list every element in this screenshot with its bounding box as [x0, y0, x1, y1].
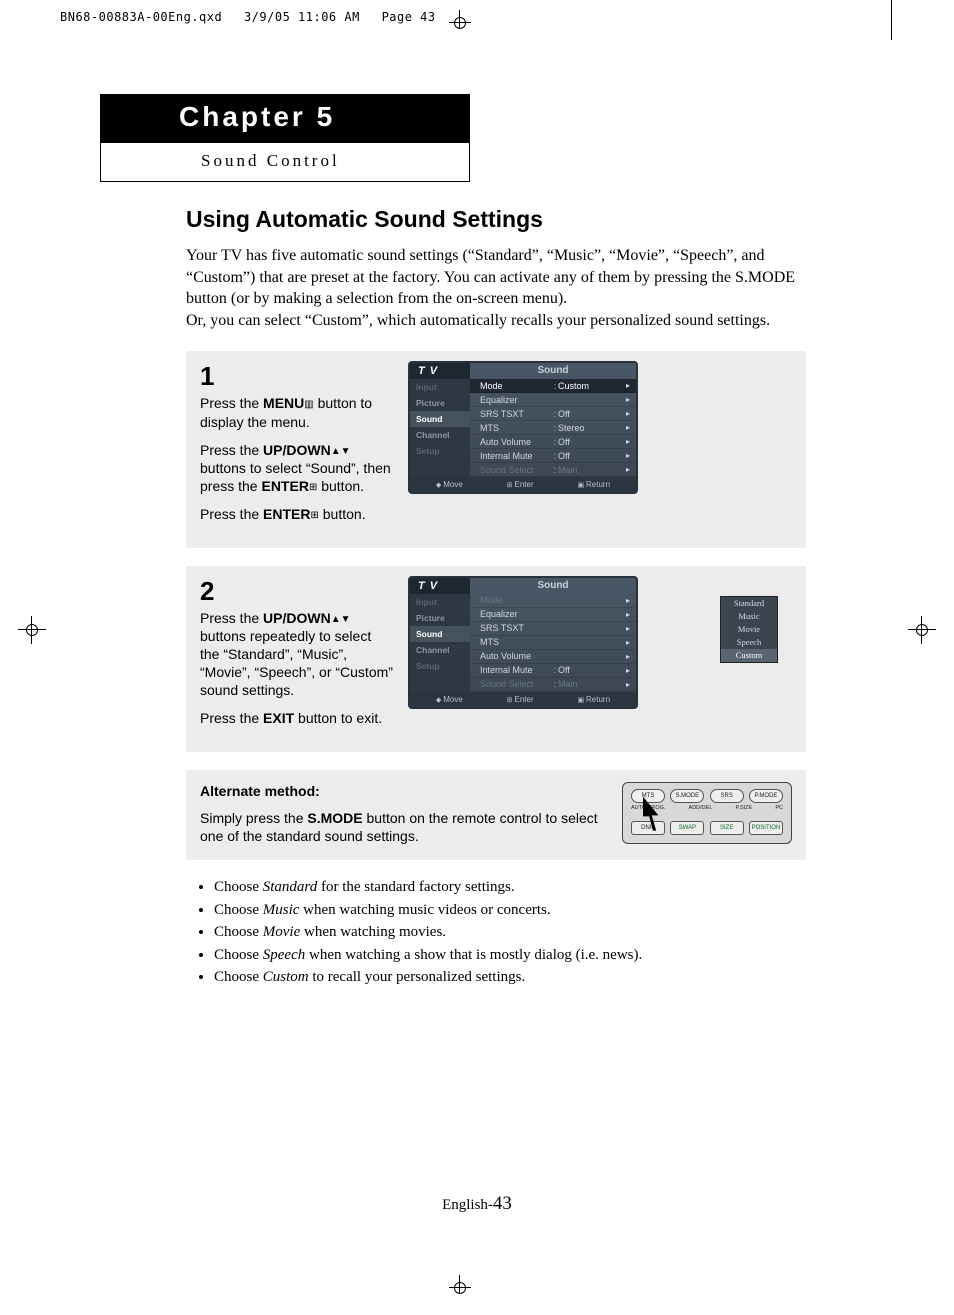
- step-text: Press the MENU▥ button to display the me…: [200, 394, 394, 430]
- step-text: Press the UP/DOWN▲▼ buttons to select “S…: [200, 441, 394, 496]
- osd-row: Equalizer▸: [470, 608, 636, 622]
- osd-title: Sound: [470, 363, 636, 379]
- crop-mark-icon: [908, 616, 936, 644]
- crop-mark-icon: [445, 10, 475, 40]
- osd-row: Sound Select:Main▸: [470, 463, 636, 477]
- osd-tab: Picture: [410, 395, 470, 411]
- crop-mark-icon: [891, 0, 892, 40]
- remote-button: P.SIZE: [736, 805, 753, 817]
- chapter-subtitle: Sound Control: [101, 143, 469, 181]
- osd-screenshot: T V SoundInputPictureSoundChannelSetupMo…: [408, 576, 638, 709]
- remote-button: SWAP: [670, 821, 704, 835]
- step-box: 2Press the UP/DOWN▲▼ buttons repeatedly …: [186, 566, 806, 752]
- remote-button: SIZE: [710, 821, 744, 835]
- osd-tab: Setup: [410, 658, 470, 674]
- osd-title: Sound: [470, 578, 636, 594]
- osd-row: MTS▸: [470, 636, 636, 650]
- osd-tv-label: T V: [410, 363, 470, 379]
- remote-control-illustration: MTSS.MODESRSP.MODE AUTO PROG.ADD/DELP.SI…: [622, 782, 792, 844]
- osd-tab: Sound: [410, 411, 470, 427]
- step-box: 1Press the MENU▥ button to display the m…: [186, 351, 806, 547]
- osd-option: Movie: [721, 623, 777, 636]
- osd-screenshot: T V SoundInputPictureSoundChannelSetupMo…: [408, 361, 638, 494]
- chapter-banner: Chapter 5 Sound Control: [100, 94, 470, 182]
- print-header: BN68-00883A-00Eng.qxd 3/9/05 11:06 AM Pa…: [60, 10, 436, 24]
- osd-tab: Input: [410, 379, 470, 395]
- remote-button: ADD/DEL: [689, 805, 713, 817]
- page-body: Chapter 5 Sound Control Using Automatic …: [100, 94, 860, 989]
- page-number: English-43: [0, 1193, 954, 1215]
- osd-option: Music: [721, 610, 777, 623]
- step-text: Press the UP/DOWN▲▼ buttons repeatedly t…: [200, 609, 394, 700]
- list-item: Choose Speech when watching a show that …: [214, 944, 806, 967]
- osd-row: SRS TSXT▸: [470, 622, 636, 636]
- section-intro: Your TV has five automatic sound setting…: [186, 245, 806, 331]
- crop-mark-icon: [18, 616, 46, 644]
- osd-row: Auto Volume▸: [470, 650, 636, 664]
- sound-mode-list: Choose Standard for the standard factory…: [190, 876, 806, 989]
- remote-button: POSITION: [749, 821, 783, 835]
- osd-row: SRS TSXT:Off▸: [470, 407, 636, 421]
- remote-button: DNIe: [631, 821, 665, 835]
- osd-row: Equalizer▸: [470, 393, 636, 407]
- section-title: Using Automatic Sound Settings: [186, 206, 806, 233]
- osd-option: Custom: [721, 649, 777, 662]
- alternate-body: Simply press the S.MODE button on the re…: [200, 809, 608, 847]
- osd-row: Internal Mute:Off▸: [470, 449, 636, 463]
- osd-row: Mode:Custom▸: [470, 379, 636, 393]
- remote-button: PC: [775, 805, 783, 817]
- list-item: Choose Standard for the standard factory…: [214, 876, 806, 899]
- osd-row: Auto Volume:Off▸: [470, 435, 636, 449]
- osd-tab: Channel: [410, 642, 470, 658]
- osd-tv-label: T V: [410, 578, 470, 594]
- list-item: Choose Music when watching music videos …: [214, 899, 806, 922]
- chapter-label: Chapter 5: [101, 95, 469, 143]
- step-number: 2: [200, 576, 394, 607]
- osd-footer: MoveEnterReturn: [410, 477, 636, 492]
- step-text: Press the EXIT button to exit.: [200, 709, 394, 727]
- osd-row: Mode▸: [470, 594, 636, 608]
- osd-row: Internal Mute:Off▸: [470, 664, 636, 678]
- alternate-heading: Alternate method:: [200, 782, 608, 801]
- alternate-method-box: Alternate method: Simply press the S.MOD…: [186, 770, 806, 861]
- crop-mark-icon: [445, 1275, 475, 1305]
- remote-button: MTS: [631, 789, 665, 803]
- osd-footer: MoveEnterReturn: [410, 692, 636, 707]
- osd-tab: Picture: [410, 610, 470, 626]
- remote-button: P.MODE: [749, 789, 783, 803]
- osd-row: MTS:Stereo▸: [470, 421, 636, 435]
- remote-button: S.MODE: [670, 789, 704, 803]
- osd-tab: Channel: [410, 427, 470, 443]
- osd-tab: Sound: [410, 626, 470, 642]
- remote-button: SRS: [710, 789, 744, 803]
- osd-dropdown: StandardMusicMovieSpeechCustom: [720, 596, 778, 663]
- list-item: Choose Custom to recall your personalize…: [214, 966, 806, 989]
- osd-tab: Setup: [410, 443, 470, 459]
- osd-tab: Input: [410, 594, 470, 610]
- step-text: Press the ENTER⊞ button.: [200, 505, 394, 523]
- osd-row: Sound Select:Main▸: [470, 678, 636, 692]
- osd-option: Speech: [721, 636, 777, 649]
- osd-option: Standard: [721, 597, 777, 610]
- step-number: 1: [200, 361, 394, 392]
- list-item: Choose Movie when watching movies.: [214, 921, 806, 944]
